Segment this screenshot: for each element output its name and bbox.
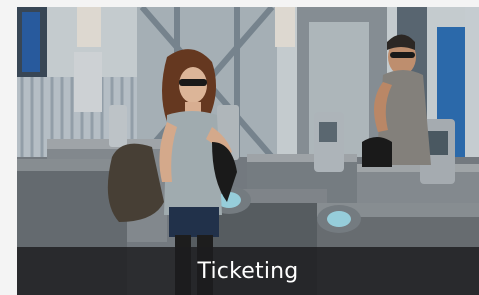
tile-caption: Ticketing — [197, 258, 299, 284]
ticketing-tile[interactable]: Ticketing — [0, 0, 479, 295]
caption-bar: Ticketing — [17, 247, 479, 295]
